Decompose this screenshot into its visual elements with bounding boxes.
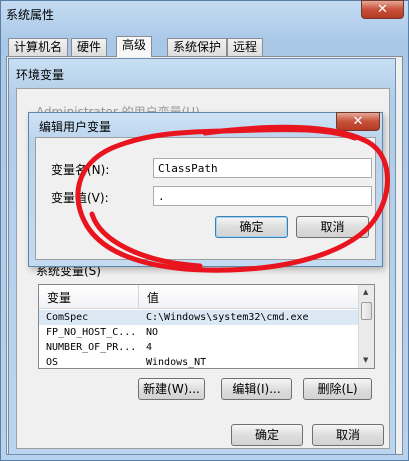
edit-button[interactable]: 编辑(I)... <box>221 378 292 400</box>
cell-name: FP_NO_HOST_C... <box>46 327 136 338</box>
table-row[interactable]: NUMBER_OF_PR... 4 <box>39 340 359 355</box>
window-title: 系统属性 <box>6 8 55 22</box>
tab-remote[interactable]: 远程 <box>227 38 264 57</box>
env-window-title: 环境变量 <box>16 68 65 82</box>
dialog-title: 编辑用户变量 <box>39 120 112 134</box>
cell-name: OS <box>46 357 59 368</box>
cell-value: C:\Windows\system32\cmd.exe <box>146 312 309 323</box>
cell-value: 4 <box>146 342 153 353</box>
tab-hardware[interactable]: 硬件 <box>71 38 108 57</box>
list-header: 变量 值 <box>39 285 359 309</box>
cell-name: NUMBER_OF_PR... <box>46 342 136 353</box>
variable-name-input[interactable] <box>153 158 372 178</box>
dialog-ok-button[interactable]: 确定 <box>215 216 288 238</box>
cell-value: NO <box>146 327 159 338</box>
dialog-close-button[interactable]: ✕ <box>336 112 380 131</box>
variable-value-input[interactable] <box>153 186 372 206</box>
new-button[interactable]: 新建(W)... <box>138 378 205 400</box>
tab-computer-name[interactable]: 计算机名 <box>8 38 69 57</box>
table-row[interactable]: ComSpec C:\Windows\system32\cmd.exe <box>39 310 359 325</box>
column-header-value[interactable]: 值 <box>147 289 159 306</box>
scroll-up-icon[interactable]: ▲ <box>363 288 368 296</box>
table-row[interactable]: OS Windows_NT <box>39 355 359 368</box>
env-ok-button[interactable]: 确定 <box>231 424 303 446</box>
vertical-scrollbar[interactable]: ▲ ▼ <box>358 285 374 368</box>
tab-system-protection[interactable]: 系统保护 <box>167 38 228 57</box>
scroll-down-icon[interactable]: ▼ <box>363 356 368 364</box>
scroll-thumb[interactable] <box>361 302 372 320</box>
variable-name-label: 变量名(N): <box>51 163 110 177</box>
env-cancel-button[interactable]: 取消 <box>312 424 384 446</box>
close-icon: ✕ <box>377 2 388 17</box>
cell-name: ComSpec <box>46 312 89 323</box>
column-header-name[interactable]: 变量 <box>47 289 71 306</box>
dialog-cancel-button[interactable]: 取消 <box>296 216 369 238</box>
close-button[interactable]: ✕ <box>361 0 404 19</box>
cell-value: Windows_NT <box>146 357 207 368</box>
close-icon: ✕ <box>352 114 364 129</box>
delete-button[interactable]: 删除(L) <box>303 378 372 400</box>
variable-value-label: 变量值(V): <box>51 191 109 205</box>
system-vars-list[interactable]: 变量 值 ComSpec C:\Windows\system32\cmd.exe… <box>38 284 375 369</box>
tab-advanced[interactable]: 高级 <box>116 36 153 57</box>
table-row[interactable]: FP_NO_HOST_C... NO <box>39 325 359 340</box>
